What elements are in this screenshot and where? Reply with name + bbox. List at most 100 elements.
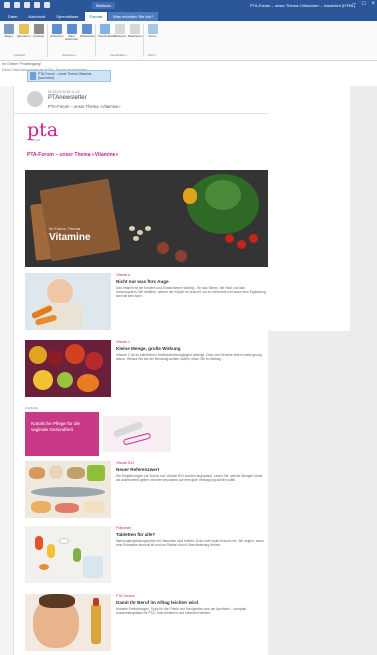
minimize-icon[interactable]: – — [353, 1, 356, 7]
article-kicker: Vitamin C — [116, 340, 131, 344]
hero-title: Vitamine — [49, 232, 91, 243]
flag-icon — [114, 24, 125, 34]
attachment-label: PTA-Forum – unser Thema Vitamine (Nachri… — [37, 72, 92, 80]
up-arrow-icon[interactable] — [34, 2, 40, 8]
article-kicker: Präparate — [116, 526, 131, 530]
reply-all-icon — [66, 24, 77, 34]
article-text: Vitamin A Nicht nur was fürs Auge Das Vi… — [116, 273, 266, 299]
onion — [157, 242, 169, 254]
article-kicker: PTA-Service — [116, 594, 135, 598]
article-teaser[interactable]: PTA-Service Damit Ihr Beruf im Alltag le… — [25, 594, 268, 655]
message-body: Mi 26.09.2018 11:22 PTAnewsletter PTA-Fo… — [14, 86, 268, 655]
article-image — [25, 594, 111, 651]
pta-logo[interactable]: pta FORUM — [27, 121, 67, 147]
undo-icon[interactable] — [14, 2, 20, 8]
message-header: Mi 26.09.2018 11:22 PTAnewsletter PTA-Fo… — [14, 86, 268, 114]
article-teaser[interactable]: Präparate Tabletten für alle? Nahrungser… — [25, 526, 268, 588]
egg — [133, 236, 139, 241]
attachment-icon — [30, 72, 36, 80]
ribbon-group-label: Zoom — [148, 53, 156, 57]
article-teaser[interactable]: Vitamin C Kleine Menge, große Wirkung Vi… — [25, 340, 268, 402]
pepper — [183, 188, 197, 204]
ribbon-separator — [95, 24, 96, 57]
save-icon[interactable] — [4, 2, 10, 8]
egg — [129, 226, 135, 231]
lettuce — [205, 180, 241, 210]
article-body: Aktuelle Fortbildungen, Tipps für die Pr… — [116, 607, 247, 616]
tab-file[interactable]: Datei — [3, 12, 22, 21]
article-text: Präparate Tabletten für alle? Nahrungser… — [116, 526, 266, 547]
avatar — [27, 91, 43, 107]
egg — [137, 230, 143, 235]
article-title[interactable]: Neuer Referenzwert — [116, 467, 266, 472]
onion — [175, 250, 187, 262]
edit-button[interactable]: Bearbeiten — [128, 24, 143, 38]
tab-speech-bubble[interactable]: Sprechblase — [51, 12, 83, 21]
tell-me-search[interactable]: Was möchten Sie tun? — [108, 12, 159, 21]
ribbon-separator — [143, 24, 144, 57]
redo-icon[interactable] — [24, 2, 30, 8]
article-image — [25, 461, 111, 518]
zoom-icon — [147, 24, 158, 34]
window-title: PTA-Forum – unser Thema «Vitamine» – Nac… — [250, 3, 356, 8]
ribbon-separator — [47, 24, 48, 57]
cutting-board — [39, 178, 121, 262]
delete-icon — [33, 24, 44, 34]
tomato — [225, 234, 234, 243]
article-text: PTA-Service Damit Ihr Beruf im Alltag le… — [116, 594, 266, 615]
ad-product-image — [103, 416, 171, 452]
rule-button[interactable]: Regel — [2, 24, 15, 38]
reply-all-button[interactable]: Allen antworten — [65, 24, 78, 42]
article-text: Vitamin B12 Neuer Referenzwert Die Empfe… — [116, 461, 266, 482]
hero-kicker: Im Fokus: Thema — [49, 226, 81, 231]
product-tube — [122, 432, 152, 446]
zoom-button[interactable]: Zoom — [146, 24, 159, 38]
ribbon-tabs: Datei Nachricht Sprechblase Format Was m… — [0, 12, 377, 21]
article-body: Die Empfehlungen zur Zufuhr von Vitamin … — [116, 474, 263, 483]
ignore-icon — [18, 24, 29, 34]
article-kicker: Vitamin A — [116, 273, 131, 277]
title-bar: Bildtools PTA-Forum – unser Thema «Vitam… — [0, 0, 377, 12]
article-title[interactable]: Damit Ihr Beruf im Alltag leichter wird — [116, 600, 266, 605]
egg — [145, 226, 151, 231]
reply-icon — [51, 24, 62, 34]
article-image — [25, 340, 111, 397]
article-image — [25, 526, 111, 583]
ad-label: ANZEIGE — [25, 406, 39, 410]
article-title[interactable]: Kleine Menge, große Wirkung — [116, 346, 266, 351]
forward-button[interactable]: Weiterleiten — [80, 24, 96, 38]
ribbon: Regel Ignorieren Löschen Antworten Allen… — [0, 21, 377, 61]
reply-button[interactable]: Antworten — [50, 24, 64, 38]
article-teaser[interactable]: Vitamin A Nicht nur was fürs Auge Das Vi… — [25, 273, 268, 335]
article-text: Vitamin C Kleine Menge, große Wirkung Vi… — [116, 340, 266, 361]
quick-access-toolbar — [4, 2, 50, 8]
window-controls: – □ × — [353, 1, 375, 7]
attachment-chip[interactable]: PTA-Forum – unser Thema Vitamine (Nachri… — [27, 70, 111, 82]
message-subject: PTA-Forum – unser Thema «Vitamine» — [48, 104, 121, 109]
tab-format[interactable]: Format — [84, 12, 108, 21]
delete-button[interactable]: Löschen — [32, 24, 45, 38]
side-panel — [268, 86, 350, 331]
ignore-button[interactable]: Ignorieren — [17, 24, 31, 38]
article-teaser[interactable]: Vitamin B12 Neuer Referenzwert Die Empfe… — [25, 461, 268, 523]
move-icon — [99, 24, 110, 34]
down-arrow-icon[interactable] — [44, 2, 50, 8]
close-icon[interactable]: × — [371, 1, 375, 7]
tomato — [249, 234, 258, 243]
move-button[interactable]: Verschieben — [98, 24, 115, 38]
article-title[interactable]: Nicht nur was fürs Auge — [116, 279, 266, 284]
mark-button[interactable]: Markieren — [113, 24, 126, 38]
email-window: Bildtools PTA-Forum – unser Thema «Vitam… — [0, 0, 377, 655]
ribbon-group-label: Verschieben — [110, 53, 127, 57]
maximize-icon[interactable]: □ — [362, 1, 366, 7]
advertisement-banner[interactable]: Natürliche Pflege für die vaginale Gesun… — [25, 412, 175, 456]
tab-message[interactable]: Nachricht — [23, 12, 50, 21]
message-sender[interactable]: PTAnewsletter — [48, 95, 87, 101]
hero-image[interactable]: Im Fokus: Thema Vitamine — [25, 170, 268, 267]
article-title[interactable]: Tabletten für alle? — [116, 532, 266, 537]
edit-icon — [129, 24, 140, 34]
ad-text-panel: Natürliche Pflege für die vaginale Gesun… — [25, 412, 99, 456]
newsletter-headline[interactable]: PTA-Forum – unser Thema «Vitamine» — [27, 152, 118, 158]
article-body: Das Vitamin ist bei Kindern und Erwachse… — [116, 286, 266, 299]
message-date: Mi 26.09.2018 11:22 — [48, 90, 80, 94]
